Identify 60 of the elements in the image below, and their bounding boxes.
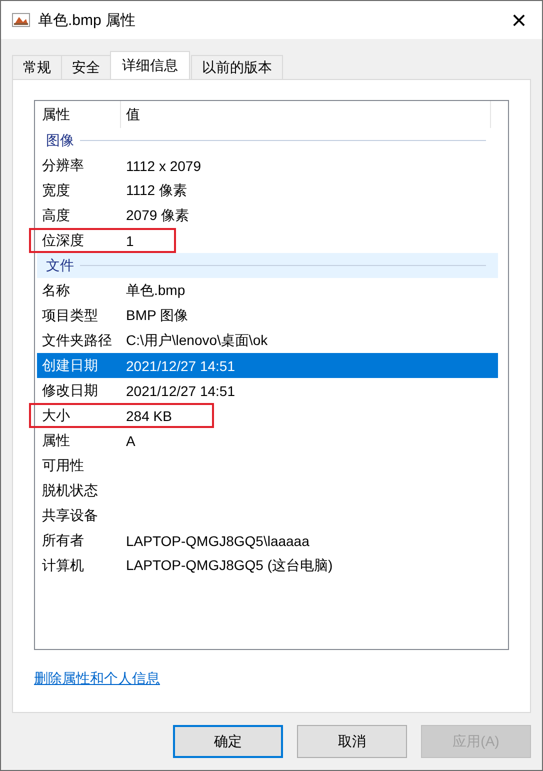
property-name: 分辨率 (41, 156, 85, 174)
selected-row[interactable]: 创建日期 2021/12/27 14:51 (37, 353, 498, 378)
table-row[interactable]: 高度 2079 像素 (37, 203, 508, 228)
property-value: LAPTOP-QMGJ8GQ5 (这台电脑) (126, 556, 333, 574)
table-row[interactable]: 文件夹路径 C:\用户\lenovo\桌面\ok (37, 328, 508, 353)
property-value: 1112 像素 (126, 182, 187, 200)
window-title: 单色.bmp 属性 (38, 10, 136, 30)
table-row[interactable]: 计算机 LAPTOP-QMGJ8GQ5 (这台电脑) (37, 553, 508, 578)
group-header[interactable]: 文件 (37, 253, 498, 278)
table-row[interactable]: 宽度 1112 像素 (37, 178, 508, 203)
tab[interactable]: 详细信息 (110, 51, 190, 79)
property-name: 可用性 (41, 456, 85, 474)
property-name: 属性 (41, 432, 71, 450)
table-row[interactable]: 脱机状态 (37, 478, 508, 503)
column-header[interactable]: 属性 (37, 101, 121, 128)
table-row[interactable]: 名称 单色.bmp (37, 278, 508, 303)
table-row[interactable]: 大小 284 KB (37, 403, 508, 428)
group-label: 图像 (46, 132, 74, 150)
table-row[interactable]: 属性 A (37, 428, 508, 453)
property-name: 计算机 (41, 556, 85, 574)
table-row[interactable]: 修改日期 2021/12/27 14:51 (37, 378, 508, 403)
property-value: 1112 x 2079 (126, 158, 201, 174)
property-value: 1 (126, 232, 134, 248)
group-label: 文件 (46, 256, 74, 274)
property-value: 2021/12/27 14:51 (126, 382, 235, 398)
property-value: 2021/12/27 14:51 (126, 358, 235, 374)
property-value: 284 KB (126, 408, 172, 424)
image-file-icon (12, 12, 30, 28)
tab[interactable]: 以前的版本 (191, 55, 283, 79)
property-name: 脱机状态 (41, 482, 99, 500)
property-name: 创建日期 (41, 356, 99, 374)
property-name: 所有者 (41, 532, 85, 550)
remove-properties-link[interactable]: 删除属性和个人信息 (34, 670, 160, 688)
property-name: 修改日期 (41, 382, 99, 400)
property-name: 项目类型 (41, 306, 99, 324)
table-row[interactable]: 共享设备 (37, 503, 508, 528)
property-value: C:\用户\lenovo\桌面\ok (126, 332, 268, 350)
group-header[interactable]: 图像 (37, 128, 498, 153)
property-name: 宽度 (41, 182, 71, 200)
property-name: 大小 (41, 406, 71, 424)
table-row[interactable]: 分辨率 1112 x 2079 (37, 153, 508, 178)
column-header[interactable]: 值 (121, 101, 491, 128)
table-row[interactable]: 所有者 LAPTOP-QMGJ8GQ5\laaaaa (37, 528, 508, 553)
tab[interactable]: 常规 (12, 55, 62, 79)
table-row[interactable]: 位深度 1 (37, 228, 508, 253)
table-row[interactable]: 可用性 (37, 453, 508, 478)
property-value: 单色.bmp (126, 282, 186, 300)
property-name: 名称 (41, 282, 71, 300)
property-name: 共享设备 (41, 506, 99, 524)
close-button[interactable]: × (496, 1, 542, 39)
property-value: LAPTOP-QMGJ8GQ5\laaaaa (126, 532, 310, 548)
property-name: 文件夹路径 (41, 332, 113, 350)
property-value: 2079 像素 (126, 206, 190, 224)
table-row[interactable]: 项目类型 BMP 图像 (37, 303, 508, 328)
property-value: A (126, 432, 136, 448)
property-name: 高度 (41, 206, 71, 224)
dialog-button[interactable]: 确定 (173, 725, 283, 758)
property-value: BMP 图像 (126, 306, 188, 324)
dialog-button[interactable]: 取消 (297, 725, 407, 758)
property-name: 位深度 (41, 232, 85, 250)
